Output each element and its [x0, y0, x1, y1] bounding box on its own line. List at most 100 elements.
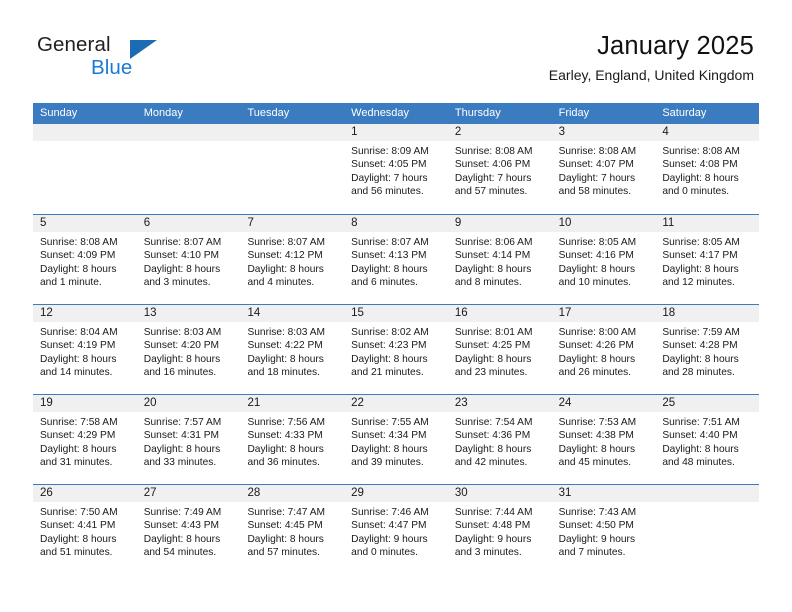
- sunset-text: Sunset: 4:41 PM: [40, 520, 116, 532]
- day-cell[interactable]: [655, 485, 760, 574]
- sunset-text: Sunset: 4:14 PM: [454, 250, 531, 262]
- day-cell[interactable]: 28 Sunrise: 7:47 AM Sunset: 4:45 PM Dayl…: [240, 485, 345, 574]
- daylight-text-line1: Daylight: 9 hours: [454, 533, 532, 545]
- day-number: 17: [551, 305, 656, 322]
- sunset-text: Sunset: 4:40 PM: [662, 430, 738, 442]
- day-details: Sunrise: 8:05 AM Sunset: 4:17 PM Dayligh…: [655, 232, 759, 290]
- sunrise-text: Sunrise: 8:08 AM: [558, 146, 637, 157]
- daylight-text-line2: and 36 minutes.: [247, 457, 320, 469]
- general-blue-logo: General Blue: [37, 33, 257, 83]
- sunrise-text: Sunrise: 8:06 AM: [454, 237, 533, 248]
- daylight-text-line2: and 23 minutes.: [454, 367, 528, 379]
- day-cell[interactable]: 27 Sunrise: 7:49 AM Sunset: 4:43 PM Dayl…: [136, 485, 241, 574]
- sunset-text: Sunset: 4:17 PM: [662, 250, 738, 262]
- day-number: [136, 124, 241, 141]
- day-cell[interactable]: 3 Sunrise: 8:08 AM Sunset: 4:07 PM Dayli…: [551, 124, 656, 214]
- day-cell[interactable]: 23 Sunrise: 7:54 AM Sunset: 4:36 PM Dayl…: [447, 395, 552, 484]
- sunset-text: Sunset: 4:45 PM: [247, 520, 323, 532]
- day-cell[interactable]: 16 Sunrise: 8:01 AM Sunset: 4:25 PM Dayl…: [447, 305, 552, 394]
- daylight-text-line1: Daylight: 8 hours: [351, 443, 428, 455]
- daylight-text-line2: and 57 minutes.: [454, 186, 528, 198]
- day-cell[interactable]: 30 Sunrise: 7:44 AM Sunset: 4:48 PM Dayl…: [447, 485, 552, 574]
- day-cell[interactable]: 20 Sunrise: 7:57 AM Sunset: 4:31 PM Dayl…: [136, 395, 241, 484]
- day-cell[interactable]: 1 Sunrise: 8:09 AM Sunset: 4:05 PM Dayli…: [344, 124, 448, 214]
- daylight-text-line2: and 21 minutes.: [351, 367, 424, 379]
- day-cell[interactable]: 7 Sunrise: 8:07 AM Sunset: 4:12 PM Dayli…: [240, 215, 345, 304]
- sunset-text: Sunset: 4:23 PM: [351, 340, 427, 352]
- day-cell[interactable]: 15 Sunrise: 8:02 AM Sunset: 4:23 PM Dayl…: [344, 305, 448, 394]
- day-cell[interactable]: [136, 124, 241, 214]
- day-number: 15: [344, 305, 448, 322]
- daylight-text-line1: Daylight: 8 hours: [662, 443, 739, 455]
- day-cell[interactable]: 29 Sunrise: 7:46 AM Sunset: 4:47 PM Dayl…: [344, 485, 448, 574]
- sunset-text: Sunset: 4:29 PM: [40, 430, 116, 442]
- day-details: Sunrise: 7:47 AM Sunset: 4:45 PM Dayligh…: [240, 502, 344, 560]
- sunrise-text: Sunrise: 8:03 AM: [247, 327, 326, 338]
- day-cell[interactable]: 6 Sunrise: 8:07 AM Sunset: 4:10 PM Dayli…: [136, 215, 241, 304]
- day-cell[interactable]: [240, 124, 345, 214]
- day-number: 19: [33, 395, 137, 412]
- sunrise-text: Sunrise: 7:44 AM: [454, 507, 533, 518]
- day-cell[interactable]: 13 Sunrise: 8:03 AM Sunset: 4:20 PM Dayl…: [136, 305, 241, 394]
- daylight-text-line2: and 0 minutes.: [662, 186, 730, 198]
- day-cell[interactable]: [33, 124, 137, 214]
- day-details: Sunrise: 8:07 AM Sunset: 4:13 PM Dayligh…: [344, 232, 448, 290]
- weekday-header-friday: Friday: [558, 107, 590, 119]
- sunset-text: Sunset: 4:43 PM: [143, 520, 220, 532]
- daylight-text-line1: Daylight: 8 hours: [143, 443, 221, 455]
- sunset-text: Sunset: 4:16 PM: [558, 250, 634, 262]
- daylight-text-line2: and 56 minutes.: [351, 186, 424, 198]
- daylight-text-line1: Daylight: 8 hours: [454, 353, 532, 365]
- daylight-text-line2: and 3 minutes.: [143, 277, 211, 289]
- day-cell[interactable]: 18 Sunrise: 7:59 AM Sunset: 4:28 PM Dayl…: [655, 305, 760, 394]
- day-cell[interactable]: 26 Sunrise: 7:50 AM Sunset: 4:41 PM Dayl…: [33, 485, 137, 574]
- sunrise-text: Sunrise: 7:47 AM: [247, 507, 326, 518]
- daylight-text-line2: and 26 minutes.: [558, 367, 632, 379]
- page-subtitle: Earley, England, United Kingdom: [548, 67, 754, 83]
- day-cell[interactable]: 24 Sunrise: 7:53 AM Sunset: 4:38 PM Dayl…: [551, 395, 656, 484]
- day-cell[interactable]: 25 Sunrise: 7:51 AM Sunset: 4:40 PM Dayl…: [655, 395, 760, 484]
- sunrise-text: Sunrise: 7:56 AM: [247, 417, 326, 428]
- day-cell[interactable]: 21 Sunrise: 7:56 AM Sunset: 4:33 PM Dayl…: [240, 395, 345, 484]
- day-number: 21: [240, 395, 345, 412]
- day-number: 27: [136, 485, 241, 502]
- day-number: 4: [655, 124, 760, 141]
- day-number: 16: [447, 305, 552, 322]
- day-cell[interactable]: 4 Sunrise: 8:08 AM Sunset: 4:08 PM Dayli…: [655, 124, 760, 214]
- daylight-text-line2: and 57 minutes.: [247, 547, 320, 559]
- sunset-text: Sunset: 4:06 PM: [454, 159, 531, 171]
- day-details: Sunrise: 8:08 AM Sunset: 4:07 PM Dayligh…: [552, 141, 656, 199]
- weekday-header-row: Sunday Monday Tuesday Wednesday Thursday…: [33, 103, 759, 124]
- day-cell[interactable]: 12 Sunrise: 8:04 AM Sunset: 4:19 PM Dayl…: [33, 305, 137, 394]
- day-cell[interactable]: 2 Sunrise: 8:08 AM Sunset: 4:06 PM Dayli…: [447, 124, 552, 214]
- sunrise-text: Sunrise: 8:07 AM: [143, 237, 222, 248]
- sunset-text: Sunset: 4:12 PM: [247, 250, 323, 262]
- week-row: 19 Sunrise: 7:58 AM Sunset: 4:29 PM Dayl…: [33, 394, 760, 484]
- day-details: Sunrise: 7:44 AM Sunset: 4:48 PM Dayligh…: [448, 502, 552, 560]
- sunrise-text: Sunrise: 7:54 AM: [454, 417, 533, 428]
- day-cell[interactable]: 8 Sunrise: 8:07 AM Sunset: 4:13 PM Dayli…: [344, 215, 448, 304]
- week-row: 5 Sunrise: 8:08 AM Sunset: 4:09 PM Dayli…: [33, 214, 760, 304]
- sunset-text: Sunset: 4:25 PM: [454, 340, 531, 352]
- day-cell[interactable]: 10 Sunrise: 8:05 AM Sunset: 4:16 PM Dayl…: [551, 215, 656, 304]
- day-cell[interactable]: 17 Sunrise: 8:00 AM Sunset: 4:26 PM Dayl…: [551, 305, 656, 394]
- day-details: Sunrise: 7:50 AM Sunset: 4:41 PM Dayligh…: [33, 502, 137, 560]
- day-cell[interactable]: 14 Sunrise: 8:03 AM Sunset: 4:22 PM Dayl…: [240, 305, 345, 394]
- day-cell[interactable]: 19 Sunrise: 7:58 AM Sunset: 4:29 PM Dayl…: [33, 395, 137, 484]
- day-details: Sunrise: 8:03 AM Sunset: 4:20 PM Dayligh…: [137, 322, 241, 380]
- day-cell[interactable]: 31 Sunrise: 7:43 AM Sunset: 4:50 PM Dayl…: [551, 485, 656, 574]
- day-cell[interactable]: 11 Sunrise: 8:05 AM Sunset: 4:17 PM Dayl…: [655, 215, 760, 304]
- day-details: Sunrise: 7:51 AM Sunset: 4:40 PM Dayligh…: [655, 412, 759, 470]
- daylight-text-line1: Daylight: 8 hours: [558, 443, 636, 455]
- day-cell[interactable]: 5 Sunrise: 8:08 AM Sunset: 4:09 PM Dayli…: [33, 215, 137, 304]
- day-cell[interactable]: 9 Sunrise: 8:06 AM Sunset: 4:14 PM Dayli…: [447, 215, 552, 304]
- daylight-text-line1: Daylight: 8 hours: [247, 353, 324, 365]
- day-number: 29: [344, 485, 448, 502]
- day-cell[interactable]: 22 Sunrise: 7:55 AM Sunset: 4:34 PM Dayl…: [344, 395, 448, 484]
- day-number: 24: [551, 395, 656, 412]
- day-details: Sunrise: 7:49 AM Sunset: 4:43 PM Dayligh…: [137, 502, 241, 560]
- day-details: Sunrise: 8:00 AM Sunset: 4:26 PM Dayligh…: [552, 322, 656, 380]
- day-details: Sunrise: 7:46 AM Sunset: 4:47 PM Dayligh…: [344, 502, 448, 560]
- sunrise-text: Sunrise: 8:05 AM: [558, 237, 637, 248]
- daylight-text-line2: and 33 minutes.: [143, 457, 217, 469]
